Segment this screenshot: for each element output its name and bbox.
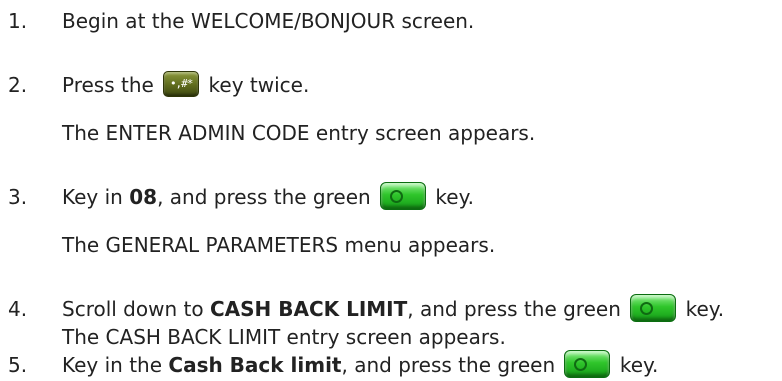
step-text: Press the •,#* key twice.	[62, 70, 309, 100]
step-result-text: The ENTER ADMIN CODE entry screen appear…	[62, 121, 536, 145]
green-key-icon	[630, 293, 677, 322]
step-text-after-bold: , and press the green	[407, 297, 621, 321]
step-text: Key in the Cash Back limit, and press th…	[62, 349, 659, 381]
step-text: Scroll down to CASH BACK LIMIT, and pres…	[62, 293, 725, 325]
step-text-after-key: key twice.	[208, 73, 310, 97]
step-text-before-bold: Key in	[62, 185, 123, 209]
step-result-text: The GENERAL PARAMETERS menu appears.	[62, 233, 496, 257]
step-number: 5.	[8, 353, 28, 377]
step-bold-text: 08	[129, 185, 158, 209]
step-text-after-key: key.	[685, 297, 725, 321]
step-text-before-bold: Scroll down to	[62, 297, 204, 321]
step-number: 3.	[8, 185, 28, 209]
step-bold-text: CASH BACK LIMIT	[209, 297, 408, 321]
green-key-icon	[380, 181, 427, 210]
step-text-after-bold: , and press the green	[157, 185, 371, 209]
step-text: Key in 08, and press the green key.	[62, 181, 474, 213]
step-text-after-key: key.	[435, 185, 474, 209]
step-text-after-key: key.	[619, 353, 659, 377]
step-number: 1.	[8, 9, 28, 33]
step-result-text: The CASH BACK LIMIT entry screen appears…	[62, 325, 506, 349]
step-bold-text: Cash Back limit	[168, 353, 342, 377]
step-number: 4.	[8, 297, 28, 321]
step-text: Begin at the WELCOME/BONJOUR screen.	[62, 9, 475, 33]
green-key-icon	[564, 349, 611, 378]
step-text-before-bold: Key in the	[62, 353, 163, 377]
step-text-before-key: Press the	[62, 73, 154, 97]
step-number: 2.	[8, 73, 28, 97]
step-text-after-bold: , and press the green	[341, 353, 556, 377]
hash-key-icon: •,#*	[163, 70, 200, 97]
